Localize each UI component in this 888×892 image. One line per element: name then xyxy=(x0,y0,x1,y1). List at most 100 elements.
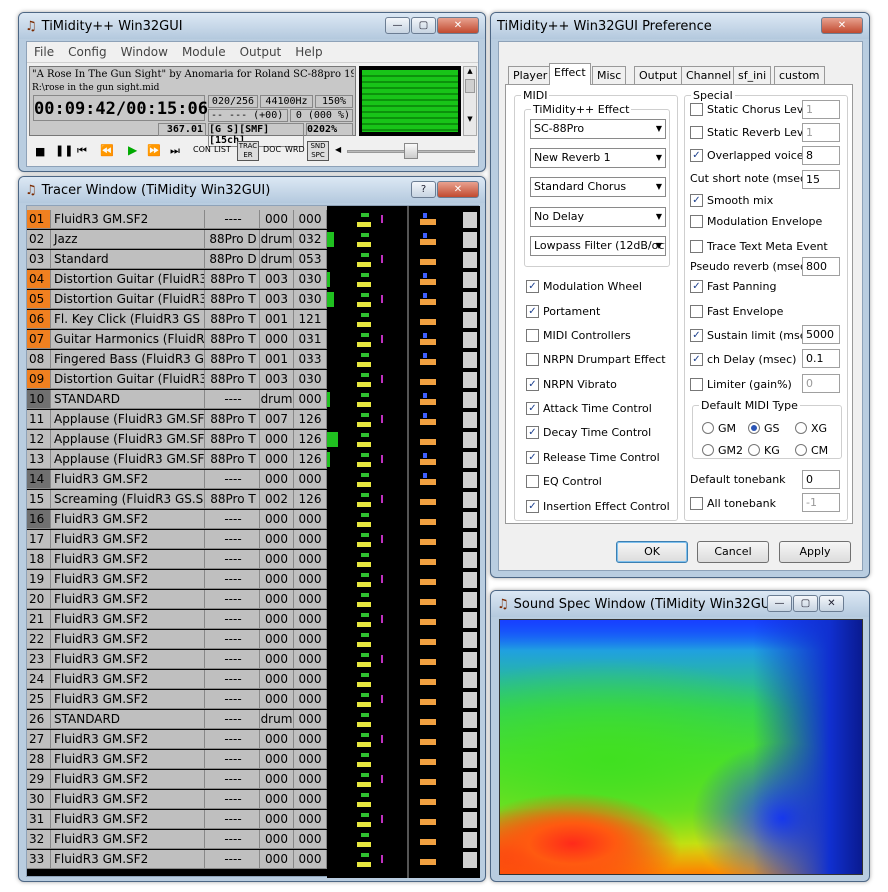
menu-module[interactable]: Module xyxy=(175,45,233,59)
menu-help[interactable]: Help xyxy=(288,45,329,59)
maximize-button[interactable]: ▢ xyxy=(411,17,436,34)
tab-sf-ini[interactable]: sf_ini xyxy=(733,66,772,84)
tracer-row[interactable]: 22 FluidR3 GM.SF2 ---- 000 000 xyxy=(27,630,327,650)
menu-window[interactable]: Window xyxy=(114,45,175,59)
tracer-row[interactable]: 17 FluidR3 GM.SF2 ---- 000 000 xyxy=(27,530,327,550)
midi-option-checkbox[interactable]: NRPN Drumpart Effect xyxy=(526,351,666,367)
static-reverb-checkbox[interactable]: Static Reverb Level xyxy=(690,124,813,140)
checkbox-box[interactable]: ✓ xyxy=(526,279,539,293)
fast-panning-checkbox[interactable]: ✓ Fast Panning xyxy=(690,278,776,294)
play-icon[interactable]: ▶ xyxy=(128,143,137,157)
trace-text-checkbox[interactable]: Trace Text Meta Event xyxy=(690,238,828,254)
tracer-row[interactable]: 16 FluidR3 GM.SF2 ---- 000 000 xyxy=(27,510,327,530)
tracer-button[interactable]: TRACER xyxy=(237,141,259,161)
tab-misc[interactable]: Misc xyxy=(592,66,627,84)
midi-option-checkbox[interactable]: ✓ Portament xyxy=(526,303,600,319)
tracer-close-button[interactable]: ✕ xyxy=(437,181,479,198)
scroll-down-arrow-icon[interactable]: ▼ xyxy=(464,115,476,123)
preference-titlebar[interactable]: TiMidity++ Win32GUI Preference xyxy=(491,13,869,39)
sound-spec-button[interactable]: SND SPC xyxy=(307,141,329,161)
tracer-row[interactable]: 27 FluidR3 GM.SF2 ---- 000 000 xyxy=(27,730,327,750)
midi-type-radio[interactable]: GS xyxy=(748,420,780,436)
menu-output[interactable]: Output xyxy=(233,45,289,59)
tracer-row[interactable]: 29 FluidR3 GM.SF2 ---- 000 000 xyxy=(27,770,327,790)
all-tonebank-checkbox[interactable]: All tonebank xyxy=(690,495,776,511)
tracer-row[interactable]: 05 Distortion Guitar (FluidR3 88Pro T 003 03… xyxy=(27,290,327,310)
midi-type-radio[interactable]: CM xyxy=(795,442,828,458)
midi-option-checkbox[interactable]: ✓ Insertion Effect Control xyxy=(526,498,670,514)
tab-effect[interactable]: Effect xyxy=(549,63,591,85)
menu-config[interactable]: Config xyxy=(61,45,114,59)
checkbox-box[interactable] xyxy=(690,239,703,253)
tracer-row[interactable]: 09 Distortion Guitar (FluidR3 88Pro T 003 03… xyxy=(27,370,327,390)
fast-forward-icon[interactable]: ⏩ xyxy=(147,144,161,157)
delay-combo[interactable]: No Delay ▼ xyxy=(530,207,666,227)
filter-combo[interactable]: Lowpass Filter (12dB/oct) ▼ xyxy=(530,236,666,256)
tracer-row[interactable]: 15 Screaming (FluidR3 GS.S 88Pro T 002 126 xyxy=(27,490,327,510)
checkbox-box[interactable] xyxy=(690,496,703,510)
checkbox-box[interactable] xyxy=(526,328,539,342)
scroll-up-arrow-icon[interactable]: ▲ xyxy=(464,67,476,75)
tracer-row[interactable]: 01 FluidR3 GM.SF2 ---- 000 000 xyxy=(27,210,327,230)
tracer-row[interactable]: 30 FluidR3 GM.SF2 ---- 000 000 xyxy=(27,790,327,810)
tracer-row[interactable]: 28 FluidR3 GM.SF2 ---- 000 000 xyxy=(27,750,327,770)
volume-left-arrow-icon[interactable]: ◀ xyxy=(335,145,341,154)
checkbox-box[interactable]: ✓ xyxy=(526,377,539,391)
tracer-row[interactable]: 11 Applause (FluidR3 GM.SF 88Pro T 007 126 xyxy=(27,410,327,430)
checkbox-box[interactable] xyxy=(690,304,703,318)
radio-circle[interactable] xyxy=(748,422,760,434)
chorus-combo[interactable]: Standard Chorus ▼ xyxy=(530,177,666,197)
checkbox-box[interactable]: ✓ xyxy=(690,279,703,293)
checkbox-box[interactable]: ✓ xyxy=(526,304,539,318)
checkbox-box[interactable]: ✓ xyxy=(526,425,539,439)
checkbox-box[interactable]: ✓ xyxy=(526,499,539,513)
default-tonebank-input[interactable]: 0 xyxy=(802,470,840,489)
volume-slider-thumb[interactable] xyxy=(404,143,418,159)
pseudo-reverb-input[interactable]: 800 xyxy=(802,257,840,276)
radio-circle[interactable] xyxy=(702,422,714,434)
tracer-row[interactable]: 21 FluidR3 GM.SF2 ---- 000 000 xyxy=(27,610,327,630)
tracer-row[interactable]: 18 FluidR3 GM.SF2 ---- 000 000 xyxy=(27,550,327,570)
tracer-row[interactable]: 10 STANDARD ---- drum 000 xyxy=(27,390,327,410)
checkbox-box[interactable]: ✓ xyxy=(526,401,539,415)
spec-minimize-button[interactable]: — xyxy=(767,595,792,612)
console-button[interactable]: CON xyxy=(193,145,211,154)
midi-option-checkbox[interactable]: ✓ Attack Time Control xyxy=(526,400,652,416)
skip-back-icon[interactable]: ⏮ xyxy=(77,144,87,158)
checkbox-box[interactable] xyxy=(690,102,703,116)
radio-circle[interactable] xyxy=(795,444,807,456)
checkbox-box[interactable]: ✓ xyxy=(690,193,703,207)
midi-type-radio[interactable]: GM2 xyxy=(702,442,743,458)
static-chorus-input[interactable]: 1 xyxy=(802,100,840,119)
tracer-row[interactable]: 26 STANDARD ---- drum 000 xyxy=(27,710,327,730)
fast-envelope-checkbox[interactable]: Fast Envelope xyxy=(690,303,783,319)
checkbox-box[interactable] xyxy=(690,214,703,228)
midi-type-radio[interactable]: GM xyxy=(702,420,736,436)
tracer-row[interactable]: 31 FluidR3 GM.SF2 ---- 000 000 xyxy=(27,810,327,830)
tracer-row[interactable]: 32 FluidR3 GM.SF2 ---- 000 000 xyxy=(27,830,327,850)
modulation-envelope-checkbox[interactable]: Modulation Envelope xyxy=(690,213,822,229)
menu-file[interactable]: File xyxy=(27,45,61,59)
midi-option-checkbox[interactable]: ✓ NRPN Vibrato xyxy=(526,376,617,392)
tracer-row[interactable]: 14 FluidR3 GM.SF2 ---- 000 000 xyxy=(27,470,327,490)
rewind-icon[interactable]: ⏪ xyxy=(100,144,114,157)
tracer-row[interactable]: 08 Fingered Bass (FluidR3 G 88Pro T 001 033 xyxy=(27,350,327,370)
reverb-combo[interactable]: New Reverb 1 ▼ xyxy=(530,148,666,168)
skip-forward-icon[interactable]: ⏭ xyxy=(170,144,180,158)
midi-type-radio[interactable]: XG xyxy=(795,420,827,436)
tracer-row[interactable]: 06 Fl. Key Click (FluidR3 GS 88Pro T 001 121 xyxy=(27,310,327,330)
checkbox-box[interactable]: ✓ xyxy=(526,450,539,464)
midi-option-checkbox[interactable]: ✓ Decay Time Control xyxy=(526,424,651,440)
radio-circle[interactable] xyxy=(795,422,807,434)
tracer-row[interactable]: 12 Applause (FluidR3 GM.SF 88Pro T 000 126 xyxy=(27,430,327,450)
midi-option-checkbox[interactable]: ✓ Modulation Wheel xyxy=(526,278,642,294)
tracer-row[interactable]: 04 Distortion Guitar (FluidR3 88Pro T 003 03… xyxy=(27,270,327,290)
list-button[interactable]: LIST xyxy=(214,145,231,154)
pause-icon[interactable]: ❚❚ xyxy=(55,144,73,157)
cut-short-input[interactable]: 15 xyxy=(802,170,840,189)
meter-scrollbar[interactable]: ▲ ▼ xyxy=(463,66,477,136)
tab-output[interactable]: Output xyxy=(634,66,683,84)
tab-custom[interactable]: custom xyxy=(774,66,825,84)
ch-delay-checkbox[interactable]: ✓ ch Delay (msec) xyxy=(690,351,796,367)
spec-maximize-button[interactable]: ▢ xyxy=(793,595,818,612)
